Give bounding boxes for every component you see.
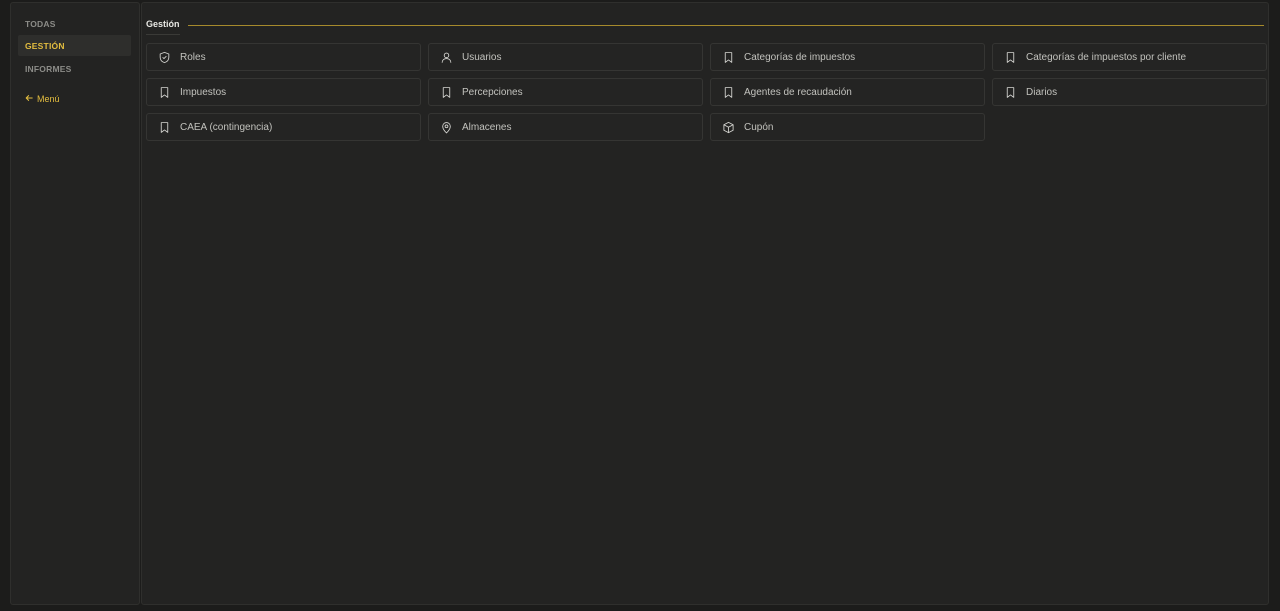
map-pin-icon	[439, 120, 453, 134]
sidebar-item-gestion[interactable]: GESTIÓN	[18, 35, 131, 56]
back-to-menu-link[interactable]: Menú	[25, 92, 60, 106]
card-label: Diarios	[1026, 86, 1058, 98]
bookmark-icon	[721, 50, 735, 64]
card-label: Roles	[180, 51, 206, 63]
card-almacenes[interactable]: Almacenes	[428, 113, 703, 141]
sidebar-item-label: GESTIÓN	[25, 40, 65, 51]
card-impuestos[interactable]: Impuestos	[146, 78, 421, 106]
card-label: Categorías de impuestos por cliente	[1026, 51, 1187, 63]
card-label: Categorías de impuestos	[744, 51, 856, 63]
card-percepciones[interactable]: Percepciones	[428, 78, 703, 106]
arrow-left-icon	[25, 94, 33, 104]
bookmark-icon	[439, 85, 453, 99]
sidebar: TODAS GESTIÓN INFORMES Menú	[10, 2, 140, 605]
card-label: Impuestos	[180, 86, 227, 98]
app-root: TODAS GESTIÓN INFORMES Menú Gestión Role…	[0, 0, 1280, 611]
sidebar-item-informes[interactable]: INFORMES	[18, 58, 131, 79]
bookmark-icon	[157, 120, 171, 134]
bookmark-icon	[1003, 50, 1017, 64]
bookmark-icon	[721, 85, 735, 99]
card-label: Agentes de recaudación	[744, 86, 852, 98]
card-usuarios[interactable]: Usuarios	[428, 43, 703, 71]
card-categorias-impuestos[interactable]: Categorías de impuestos	[710, 43, 985, 71]
user-icon	[439, 50, 453, 64]
card-label: Usuarios	[462, 51, 502, 63]
main-panel: Gestión Roles Usuarios Categorías de imp…	[141, 2, 1269, 605]
card-cupon[interactable]: Cupón	[710, 113, 985, 141]
sidebar-item-label: TODAS	[25, 18, 56, 29]
card-diarios[interactable]: Diarios	[992, 78, 1267, 106]
package-icon	[721, 120, 735, 134]
sidebar-item-todas[interactable]: TODAS	[18, 13, 131, 34]
section-divider	[187, 24, 1264, 26]
bookmark-icon	[1003, 85, 1017, 99]
card-label: CAEA (contingencia)	[180, 121, 273, 133]
sidebar-item-label: INFORMES	[25, 63, 72, 74]
card-label: Almacenes	[462, 121, 512, 133]
card-agentes-recaudacion[interactable]: Agentes de recaudación	[710, 78, 985, 106]
card-label: Cupón	[744, 121, 774, 133]
card-caea[interactable]: CAEA (contingencia)	[146, 113, 421, 141]
section-title: Gestión	[146, 17, 180, 35]
shortcut-grid: Roles Usuarios Categorías de impuestos C…	[146, 43, 1267, 141]
back-link-label: Menú	[37, 94, 60, 104]
card-categorias-impuestos-cliente[interactable]: Categorías de impuestos por cliente	[992, 43, 1267, 71]
shield-icon	[157, 50, 171, 64]
card-roles[interactable]: Roles	[146, 43, 421, 71]
section-header: Gestión	[146, 16, 1264, 36]
bookmark-icon	[157, 85, 171, 99]
card-label: Percepciones	[462, 86, 523, 98]
